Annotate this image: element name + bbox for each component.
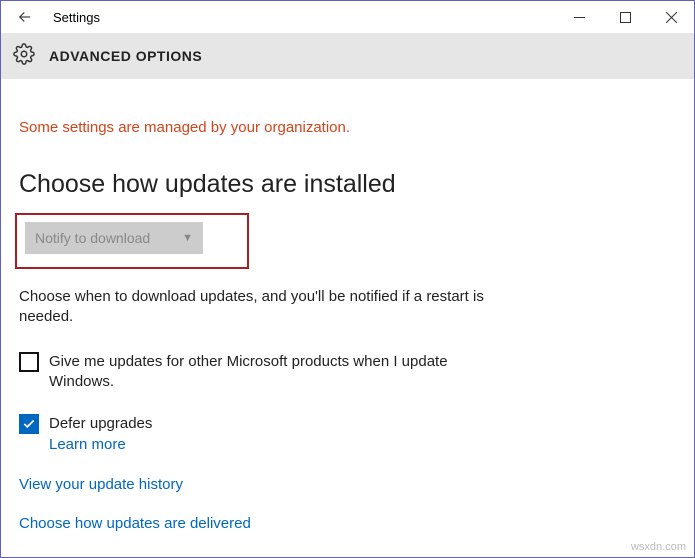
install-mode-dropdown[interactable]: Notify to download ▼ bbox=[25, 222, 203, 254]
window-title: Settings bbox=[49, 10, 556, 25]
other-products-label: Give me updates for other Microsoft prod… bbox=[49, 352, 489, 393]
watermark: wsxdn.com bbox=[631, 541, 686, 553]
update-history-link[interactable]: View your update history bbox=[19, 476, 676, 493]
back-button[interactable] bbox=[1, 1, 49, 33]
content-area: Some settings are managed by your organi… bbox=[1, 79, 694, 532]
highlight-box: Notify to download ▼ bbox=[15, 213, 249, 269]
other-products-checkbox[interactable] bbox=[19, 352, 39, 372]
defer-learn-more-link[interactable]: Learn more bbox=[49, 436, 126, 453]
close-button[interactable] bbox=[648, 1, 694, 33]
delivery-options-link[interactable]: Choose how updates are delivered bbox=[19, 515, 676, 532]
gear-icon bbox=[13, 43, 35, 70]
organization-notice: Some settings are managed by your organi… bbox=[19, 119, 676, 136]
minimize-button[interactable] bbox=[556, 1, 602, 33]
check-icon bbox=[22, 417, 36, 431]
window-controls bbox=[556, 1, 694, 33]
other-products-option: Give me updates for other Microsoft prod… bbox=[19, 352, 489, 393]
page-title: ADVANCED OPTIONS bbox=[49, 48, 202, 64]
defer-checkbox[interactable] bbox=[19, 414, 39, 434]
chevron-down-icon: ▼ bbox=[182, 232, 193, 244]
settings-window: Settings ADVANCED OPTIONS Some settings … bbox=[0, 0, 695, 558]
arrow-left-icon bbox=[16, 8, 34, 26]
maximize-icon bbox=[620, 12, 631, 23]
maximize-button[interactable] bbox=[602, 1, 648, 33]
header-band: ADVANCED OPTIONS bbox=[1, 33, 694, 79]
section-description: Choose when to download updates, and you… bbox=[19, 287, 487, 328]
minimize-icon bbox=[574, 12, 585, 23]
defer-upgrades-option: Defer upgrades Learn more bbox=[19, 414, 489, 454]
defer-label: Defer upgrades bbox=[49, 414, 152, 434]
dropdown-value: Notify to download bbox=[35, 230, 150, 246]
titlebar: Settings bbox=[1, 1, 694, 33]
section-heading: Choose how updates are installed bbox=[19, 170, 676, 199]
close-icon bbox=[666, 12, 677, 23]
